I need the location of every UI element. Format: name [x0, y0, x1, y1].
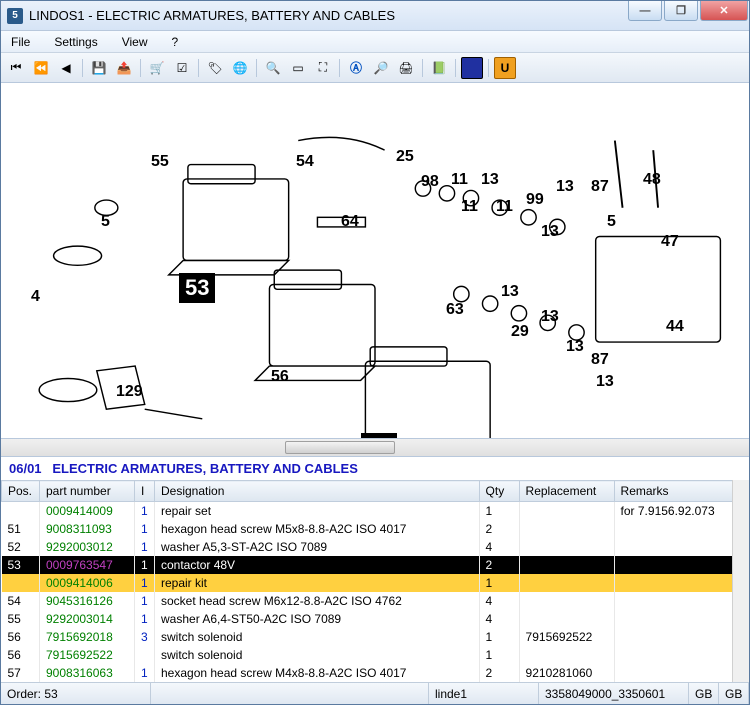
header-qty[interactable]: Qty — [479, 481, 519, 502]
first-icon[interactable]: ⏮ — [5, 57, 27, 79]
find-icon[interactable]: 🔎 — [370, 57, 392, 79]
zoom-in-icon[interactable]: 🔍 — [262, 57, 284, 79]
a-icon[interactable]: Ⓐ — [345, 57, 367, 79]
tag-icon[interactable]: 🏷 — [204, 57, 226, 79]
close-button[interactable]: ✕ — [700, 1, 748, 21]
diagram-viewport[interactable]: 53 53 55 5 4 54 64 25 98 11 13 11 11 99 … — [1, 83, 749, 439]
maximize-button[interactable]: ❐ — [664, 1, 698, 21]
page-icon[interactable]: ▭ — [287, 57, 309, 79]
parts-grid: Pos. part number I Designation Qty Repla… — [1, 480, 749, 682]
menu-help[interactable]: ? — [166, 33, 185, 51]
table-row[interactable]: 5790083160631hexagon head screw M4x8-8.8… — [2, 664, 749, 682]
save-icon[interactable]: 💾 — [88, 57, 110, 79]
table-row[interactable]: 00094140061repair kit1 — [2, 574, 749, 592]
parts-diagram — [1, 83, 749, 438]
prev-icon[interactable]: ◀ — [55, 57, 77, 79]
table-row[interactable]: 567915692522switch solenoid1 — [2, 646, 749, 664]
fit-icon[interactable]: ⛶ — [312, 57, 334, 79]
rewind-icon[interactable]: ⏪ — [30, 57, 52, 79]
u-icon[interactable]: U — [494, 57, 516, 79]
window-title: LINDOS1 - ELECTRIC ARMATURES, BATTERY AN… — [29, 8, 627, 23]
header-partnumber[interactable]: part number — [40, 481, 135, 502]
status-order: Order: 53 — [1, 683, 151, 704]
app-icon: 5 — [7, 8, 23, 24]
blue-square-icon[interactable] — [461, 57, 483, 79]
globe-icon[interactable]: 🌐 — [229, 57, 251, 79]
status-code: 3358049000_3350601 — [539, 683, 689, 704]
horizontal-scrollbar[interactable] — [1, 439, 749, 457]
table-row[interactable]: 5292920030121washer A5,3-ST-A2C ISO 7089… — [2, 538, 749, 556]
status-spacer — [151, 683, 429, 704]
menubar: File Settings View ? — [1, 31, 749, 53]
export-icon[interactable]: 📤 — [113, 57, 135, 79]
callout-selected-53a: 53 — [179, 273, 215, 303]
table-row[interactable]: 5679156920183switch solenoid17915692522 — [2, 628, 749, 646]
statusbar: Order: 53 linde1 3358049000_3350601 GB G… — [1, 682, 749, 704]
table-row[interactable]: 5190083110931hexagon head screw M5x8-8.8… — [2, 520, 749, 538]
cart-icon[interactable]: 🛒 — [146, 57, 168, 79]
table-header-row: Pos. part number I Designation Qty Repla… — [2, 481, 749, 502]
status-user: linde1 — [429, 683, 539, 704]
header-pos[interactable]: Pos. — [2, 481, 40, 502]
header-i[interactable]: I — [135, 481, 155, 502]
titlebar: 5 LINDOS1 - ELECTRIC ARMATURES, BATTERY … — [1, 1, 749, 31]
print-icon[interactable]: 🖨 — [395, 57, 417, 79]
grid-vertical-scrollbar[interactable] — [732, 480, 749, 682]
table-row[interactable]: 00094140091repair set1for 7.9156.92.073 — [2, 502, 749, 521]
header-designation[interactable]: Designation — [155, 481, 480, 502]
status-lang1: GB — [689, 683, 719, 704]
table-row[interactable]: 5300097635471contactor 48V2 — [2, 556, 749, 574]
table-row[interactable]: 5592920030141washer A6,4-ST50-A2C ISO 70… — [2, 610, 749, 628]
menu-view[interactable]: View — [116, 33, 154, 51]
header-remarks[interactable]: Remarks — [614, 481, 748, 502]
section-header: 06/01 ELECTRIC ARMATURES, BATTERY AND CA… — [1, 457, 749, 480]
check-icon[interactable]: ☑ — [171, 57, 193, 79]
status-lang2: GB — [719, 683, 749, 704]
menu-file[interactable]: File — [5, 33, 36, 51]
book-icon[interactable]: 📗 — [428, 57, 450, 79]
toolbar: ⏮ ⏪ ◀ 💾 📤 🛒 ☑ 🏷 🌐 🔍 ▭ ⛶ Ⓐ 🔎 🖨 📗 U — [1, 53, 749, 83]
header-replacement[interactable]: Replacement — [519, 481, 614, 502]
table-row[interactable]: 5490453161261socket head screw M6x12-8.8… — [2, 592, 749, 610]
scroll-thumb[interactable] — [285, 441, 395, 454]
menu-settings[interactable]: Settings — [48, 33, 103, 51]
minimize-button[interactable]: — — [628, 1, 662, 21]
